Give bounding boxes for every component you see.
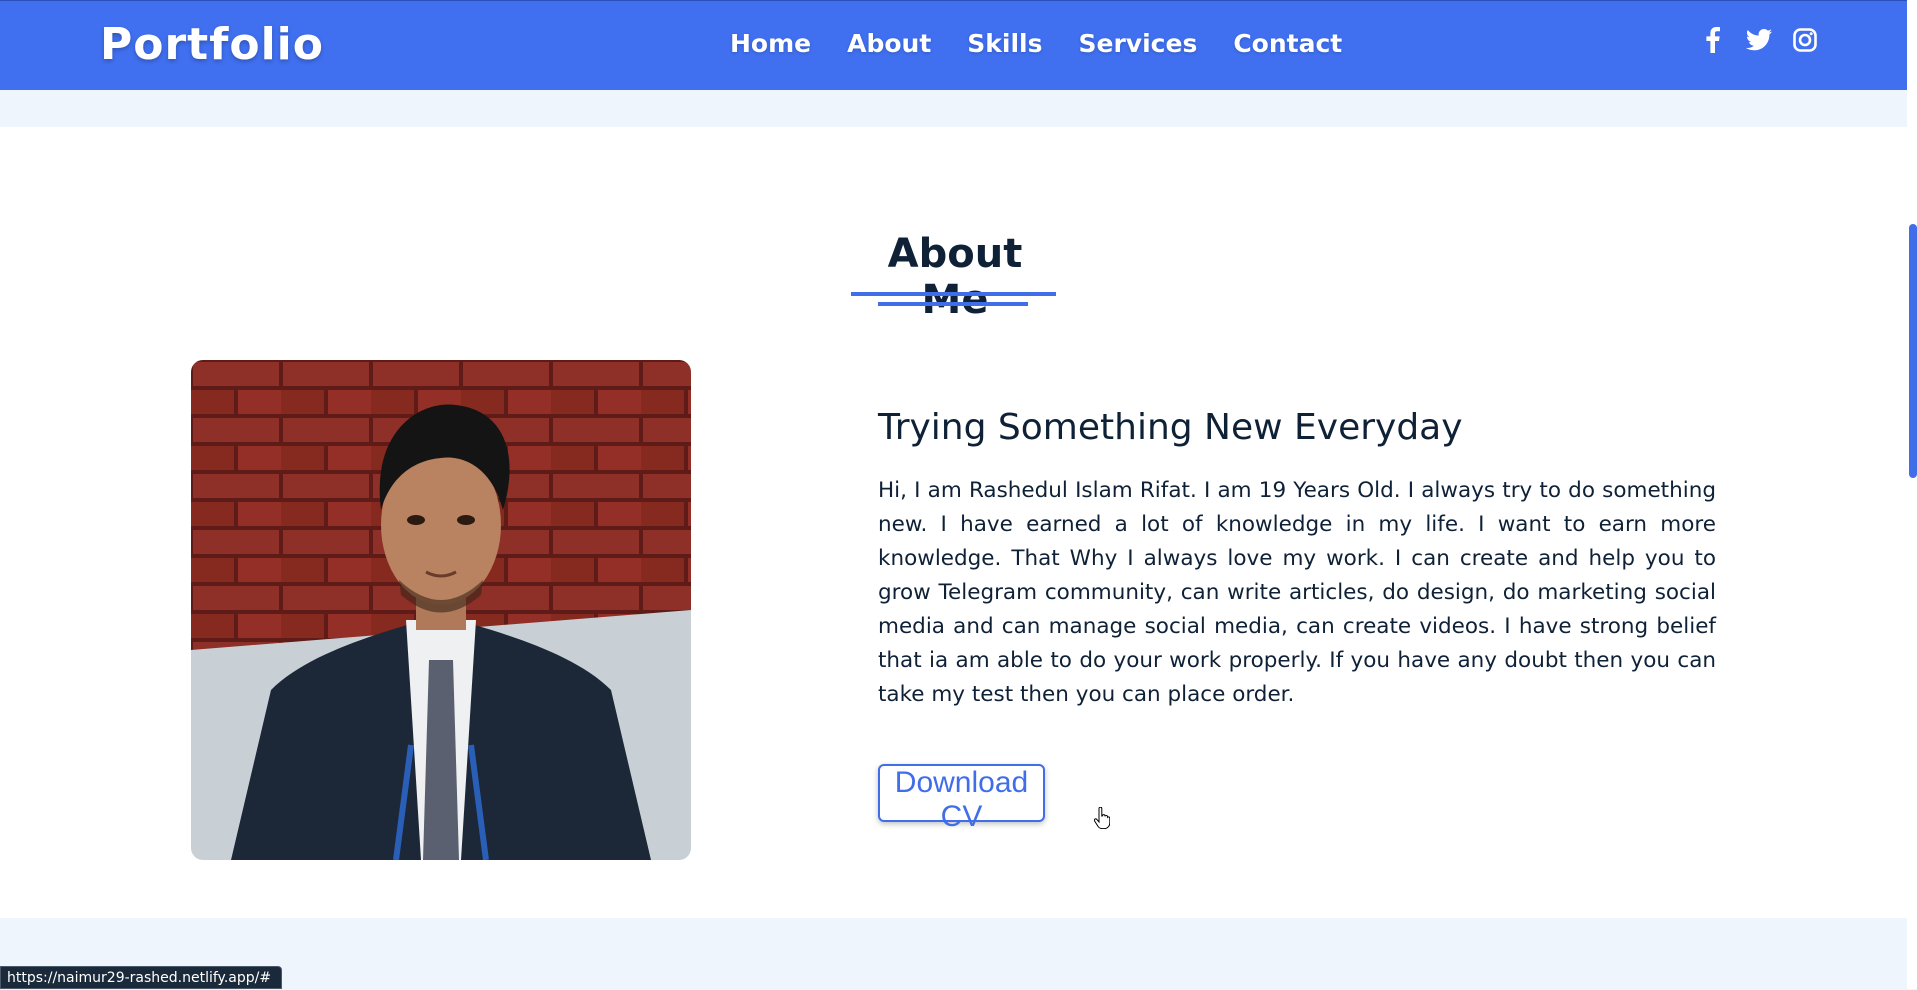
nav-link-skills[interactable]: Skills [967,29,1042,58]
download-cv-button[interactable]: Download CV [878,764,1045,833]
facebook-icon[interactable] [1700,25,1726,55]
status-bar-url: https://naimur29-rashed.netlify.app/# [0,966,283,989]
scrollbar-thumb[interactable] [1909,224,1917,478]
about-section: About Me Trying Something New Everyday H… [0,127,1907,918]
social-links [1700,25,1818,55]
navbar: Portfolio Home About Skills Services Con… [0,0,1907,90]
profile-photo [191,360,691,860]
nav-link-contact[interactable]: Contact [1233,29,1342,58]
section-title: About Me [887,231,1023,323]
nav-link-services[interactable]: Services [1079,29,1198,58]
nav-link-about[interactable]: About [847,29,931,58]
about-subtitle: Trying Something New Everyday [878,407,1463,448]
nav-link-home[interactable]: Home [730,29,811,58]
brand-logo[interactable]: Portfolio [100,19,324,70]
about-paragraph: Hi, I am Rashedul Islam Rifat. I am 19 Y… [878,478,1716,707]
scrollbar-track[interactable] [1907,0,1917,989]
instagram-icon[interactable] [1792,25,1818,55]
hand-cursor-icon [1093,806,1111,833]
title-underline-short [878,302,1028,306]
twitter-icon[interactable] [1746,25,1772,55]
title-underline [851,292,1056,296]
nav-links: Home About Skills Services Contact [730,29,1342,58]
